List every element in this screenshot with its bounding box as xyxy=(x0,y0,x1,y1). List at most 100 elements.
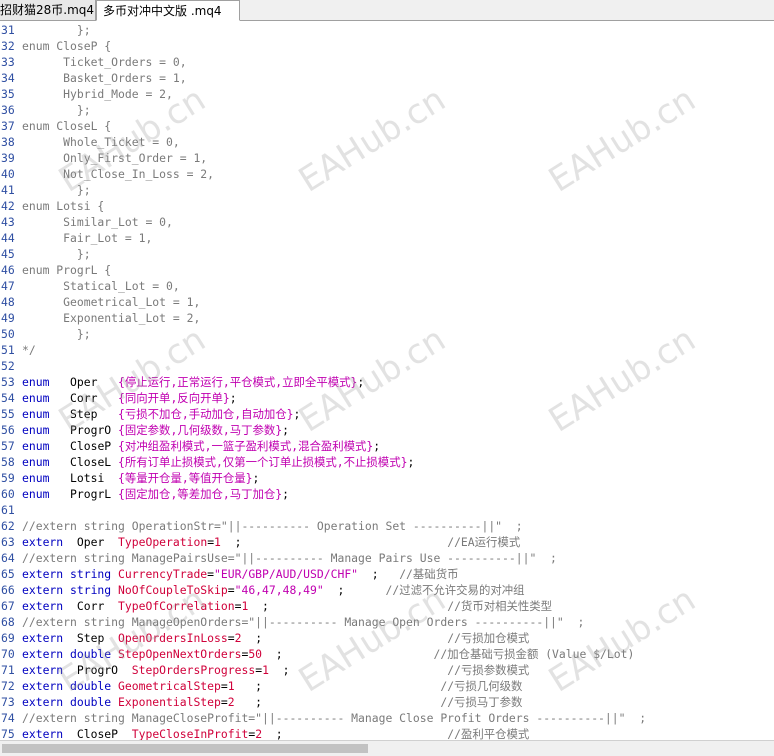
line-number: 70 xyxy=(1,647,15,661)
code-token: }; xyxy=(22,103,91,117)
code-line: 48 Geometrical_Lot = 1, xyxy=(0,294,774,310)
code-token: Only_First_Order = 1, xyxy=(22,151,208,165)
code-token: //过滤不允许交易的对冲组 xyxy=(385,583,525,597)
code-line: 65 extern string CurrencyTrade="EUR/GBP/A… xyxy=(0,566,774,582)
line-number: 36 xyxy=(1,103,15,117)
code-token: = xyxy=(207,567,215,581)
line-number: 33 xyxy=(1,55,15,69)
line-number: 56 xyxy=(1,423,15,437)
code-text: enum CloseP {对冲组盈利模式,一篮子盈利模式,混合盈利模式}; xyxy=(22,438,380,454)
code-token: 2 xyxy=(227,695,235,709)
code-token: 1 xyxy=(262,663,269,677)
code-text: enum ProgrL {固定加仓,等差加仓,马丁加仓}; xyxy=(22,486,289,502)
code-token: Fair_Lot = 1, xyxy=(22,231,153,245)
code-token: enum xyxy=(22,455,71,469)
code-token: ; xyxy=(357,375,365,389)
line-number: 34 xyxy=(1,71,15,85)
code-token: ; xyxy=(262,727,448,740)
code-line: 60 enum ProgrL {固定加仓,等差加仓,马丁加仓}; xyxy=(0,486,774,502)
code-token: NoOfCoupleToSkip xyxy=(118,583,228,597)
line-number: 73 xyxy=(1,695,15,709)
tab-file-1[interactable]: 招财猫28币.mq4 xyxy=(0,0,96,20)
code-line: 37 enum CloseL { xyxy=(0,118,774,134)
code-line: 68 //extern string ManageOpenOrders="||--… xyxy=(0,614,774,630)
code-line: 57 enum CloseP {对冲组盈利模式,一篮子盈利模式,混合盈利模式}; xyxy=(0,438,774,454)
code-token: ; xyxy=(248,599,448,613)
code-text: enum Lotsi { xyxy=(22,198,104,214)
line-number: 44 xyxy=(1,231,15,245)
line-number: 35 xyxy=(1,87,15,101)
line-number: 54 xyxy=(1,391,15,405)
line-number: 69 xyxy=(1,631,15,645)
code-token: 1 xyxy=(214,535,221,549)
code-token: ; xyxy=(252,471,260,485)
code-token: ; xyxy=(358,567,400,581)
code-token: enum xyxy=(22,487,71,501)
tab-file-2[interactable]: 多币对冲中文版 .mq4 xyxy=(96,0,240,21)
code-token: Whole_Ticket = 0, xyxy=(22,135,180,149)
code-text: extern string NoOfCoupleToSkip="46,47,48… xyxy=(22,582,525,598)
code-line: 43 Similar_Lot = 0, xyxy=(0,214,774,230)
code-token: 50 xyxy=(248,647,263,661)
code-token: ; xyxy=(234,679,441,693)
code-text: extern Oper TypeOperation=1 ; //EA运行模式 xyxy=(22,534,520,550)
code-text: Only_First_Order = 1, xyxy=(22,150,207,166)
line-number: 48 xyxy=(1,295,15,309)
code-token: ProgrL xyxy=(70,487,119,501)
code-text: }; xyxy=(22,102,91,118)
code-text: Hybrid_Mode = 2, xyxy=(22,86,173,102)
code-token: enum xyxy=(22,391,71,405)
code-token: TypeOperation xyxy=(118,535,208,549)
code-token: "46,47,48,49" xyxy=(234,583,324,597)
code-editor[interactable]: 31 }; 32 enum CloseP {33 Ticket_Orders = 0… xyxy=(0,22,774,740)
code-text: extern CloseP TypeCloseInProfit=2 ; //盈利… xyxy=(22,726,529,740)
code-token: enum xyxy=(22,423,71,437)
code-line: 56 enum ProgrO {固定参数,几何级数,马丁参数}; xyxy=(0,422,774,438)
code-token: ; xyxy=(373,439,381,453)
code-line: 38 Whole_Ticket = 0, xyxy=(0,134,774,150)
line-number: 50 xyxy=(1,327,15,341)
code-line: 64 //extern string ManagePairsUse="||----… xyxy=(0,550,774,566)
code-token: {停止运行,正常运行,平仓模式,立即全平模式} xyxy=(118,375,358,389)
code-token: ; xyxy=(268,663,448,677)
code-line: 41 }; xyxy=(0,182,774,198)
code-token: StepOrdersProgress xyxy=(131,663,256,677)
line-number: 59 xyxy=(1,471,15,485)
line-number: 41 xyxy=(1,183,15,197)
code-token: extern double xyxy=(22,679,119,693)
line-number: 51 xyxy=(1,343,15,357)
code-token: //EA运行模式 xyxy=(447,535,521,549)
code-line: 61 xyxy=(0,502,774,518)
code-token: Lotsi xyxy=(70,471,119,485)
code-token: ; xyxy=(241,631,448,645)
scrollbar-thumb[interactable] xyxy=(2,744,368,753)
code-token: //加仓基础亏损金额 (Value $/Lot) xyxy=(433,647,635,661)
code-token: TypeOfCorrelation xyxy=(118,599,235,613)
code-line: 32 enum CloseP { xyxy=(0,38,774,54)
line-number: 32 xyxy=(1,39,15,53)
code-token: {对冲组盈利模式,一篮子盈利模式,混合盈利模式} xyxy=(118,439,374,453)
code-token: //亏损参数模式 xyxy=(447,663,530,677)
code-line: 47 Statical_Lot = 0, xyxy=(0,278,774,294)
code-token: Hybrid_Mode = 2, xyxy=(22,87,173,101)
line-number: 63 xyxy=(1,535,15,549)
code-line: 31 }; xyxy=(0,22,774,38)
code-token: = xyxy=(227,583,235,597)
code-token: //extern string ManagePairsUse="||------… xyxy=(22,551,557,565)
code-text: extern double StepOpenNextOrders=50 ; //… xyxy=(22,646,634,662)
code-token: //亏损马丁参数 xyxy=(440,695,523,709)
code-text: //extern string OperationStr="||--------… xyxy=(22,518,523,534)
code-token: {固定参数,几何级数,马丁参数} xyxy=(118,423,283,437)
code-token: {固定加仓,等差加仓,马丁加仓} xyxy=(118,487,283,501)
code-text: enum Oper {停止运行,正常运行,平仓模式,立即全平模式}; xyxy=(22,374,364,390)
code-token: enum CloseP { xyxy=(22,39,112,53)
code-token: //亏损几何级数 xyxy=(440,679,523,693)
code-token: Similar_Lot = 0, xyxy=(22,215,173,229)
code-token: {所有订单止损模式,仅第一个订单止损模式,不止损模式} xyxy=(118,455,408,469)
code-text: Whole_Ticket = 0, xyxy=(22,134,180,150)
code-token: //货币对相关性类型 xyxy=(447,599,553,613)
code-line: 46 enum ProgrL { xyxy=(0,262,774,278)
code-token: = xyxy=(220,679,228,693)
line-number: 71 xyxy=(1,663,15,677)
horizontal-scrollbar[interactable] xyxy=(0,740,774,756)
